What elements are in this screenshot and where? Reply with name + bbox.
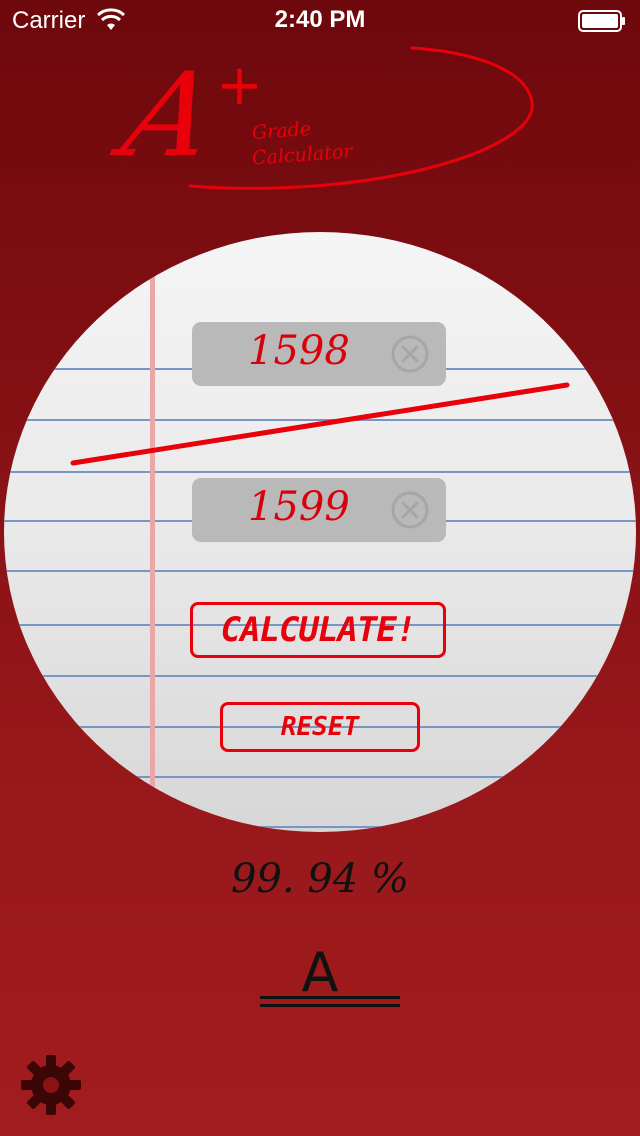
clear-circle-x-icon[interactable]	[390, 334, 430, 374]
paper-rule-line	[4, 419, 636, 421]
status-bar: Carrier 2:40 PM	[0, 0, 640, 40]
result-percent: 99. 94 %	[231, 856, 409, 902]
reset-button[interactable]: RESET	[220, 702, 420, 752]
clear-circle-x-icon[interactable]	[390, 490, 430, 530]
paper-rule-line	[4, 826, 636, 828]
gear-icon[interactable]	[18, 1052, 84, 1118]
paper-rule-line	[4, 570, 636, 572]
letter-grade: A	[301, 941, 339, 1004]
logo-plus: +	[216, 53, 263, 118]
paper-margin-line	[150, 232, 155, 832]
points-possible-field[interactable]: 1599	[192, 478, 446, 542]
app-logo: A + Grade Calculator	[111, 40, 540, 200]
paper-rule-line	[4, 675, 636, 677]
calculate-button[interactable]: CALCULATE!	[190, 602, 446, 658]
paper-rule-line	[4, 471, 636, 473]
battery-icon	[578, 10, 625, 32]
points-earned-field[interactable]: 1598	[192, 322, 446, 386]
points-earned-value: 1598	[248, 328, 350, 374]
logo-grade-text: Grade	[251, 117, 312, 145]
status-time: 2:40 PM	[274, 6, 366, 33]
grade-underline	[260, 1004, 400, 1007]
points-possible-value: 1599	[248, 484, 350, 530]
grade-underline	[260, 996, 400, 999]
paper-rule-line	[4, 776, 636, 778]
